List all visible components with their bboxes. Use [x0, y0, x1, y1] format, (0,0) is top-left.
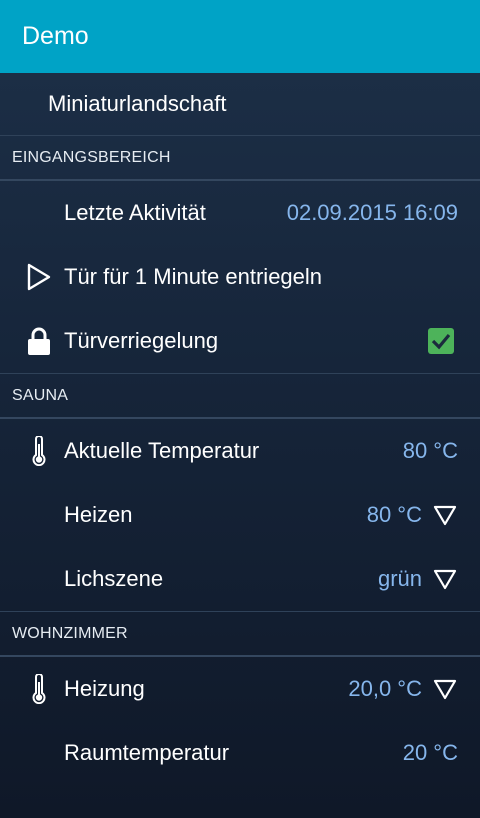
row-tuer-entriegeln[interactable]: Tür für 1 Minute entriegeln — [0, 245, 480, 309]
value-letzte-aktivitaet: 02.09.2015 16:09 — [286, 200, 458, 225]
label-tuer-entriegeln: Tür für 1 Minute entriegeln — [64, 264, 323, 289]
row-aktuelle-temperatur: Aktuelle Temperatur 80 °C — [0, 419, 480, 483]
label-heizen: Heizen — [64, 502, 133, 527]
label-tuerverriegelung: Türverriegelung — [64, 328, 219, 353]
subheader-title: Miniaturlandschaft — [48, 91, 227, 116]
thermometer-icon — [0, 674, 64, 704]
section-title: EINGANGSBEREICH — [12, 148, 171, 166]
value-raumtemperatur: 20 °C — [402, 740, 458, 765]
section-title: WOHNZIMMER — [12, 624, 128, 642]
dropdown-triangle-icon[interactable] — [432, 502, 458, 528]
app-title: Demo — [22, 22, 89, 50]
section-header-sauna: SAUNA — [0, 373, 480, 419]
app-bar: Demo — [0, 0, 480, 73]
dropdown-triangle-icon[interactable] — [432, 566, 458, 592]
value-heizung: 20,0 °C — [348, 676, 422, 701]
value-heizen: 80 °C — [366, 502, 422, 527]
section-header-eingangsbereich: EINGANGSBEREICH — [0, 135, 480, 181]
play-outline-icon — [0, 262, 64, 292]
value-aktuelle-temperatur: 80 °C — [402, 438, 458, 463]
row-raumtemperatur: Raumtemperatur 20 °C — [0, 721, 480, 785]
section-header-wohnzimmer: WOHNZIMMER — [0, 611, 480, 657]
row-letzte-aktivitaet: Letzte Aktivität 02.09.2015 16:09 — [0, 181, 480, 245]
row-tuerverriegelung[interactable]: Türverriegelung — [0, 309, 480, 373]
subheader: Miniaturlandschaft — [0, 73, 480, 135]
value-lichszene: grün — [377, 566, 422, 591]
label-lichszene: Lichszene — [64, 566, 164, 591]
tuerverriegelung-checkbox[interactable] — [428, 328, 454, 354]
checkmark-icon — [431, 333, 451, 350]
row-heizung[interactable]: Heizung 20,0 °C — [0, 657, 480, 721]
label-heizung: Heizung — [64, 676, 145, 701]
thermometer-icon — [0, 436, 64, 466]
dropdown-triangle-icon[interactable] — [432, 676, 458, 702]
row-heizen[interactable]: Heizen 80 °C — [0, 483, 480, 547]
label-aktuelle-temperatur: Aktuelle Temperatur — [64, 438, 260, 463]
label-letzte-aktivitaet: Letzte Aktivität — [64, 200, 206, 225]
section-title: SAUNA — [12, 386, 69, 404]
row-lichszene[interactable]: Lichszene grün — [0, 547, 480, 611]
label-raumtemperatur: Raumtemperatur — [64, 740, 230, 765]
lock-icon — [0, 326, 64, 356]
